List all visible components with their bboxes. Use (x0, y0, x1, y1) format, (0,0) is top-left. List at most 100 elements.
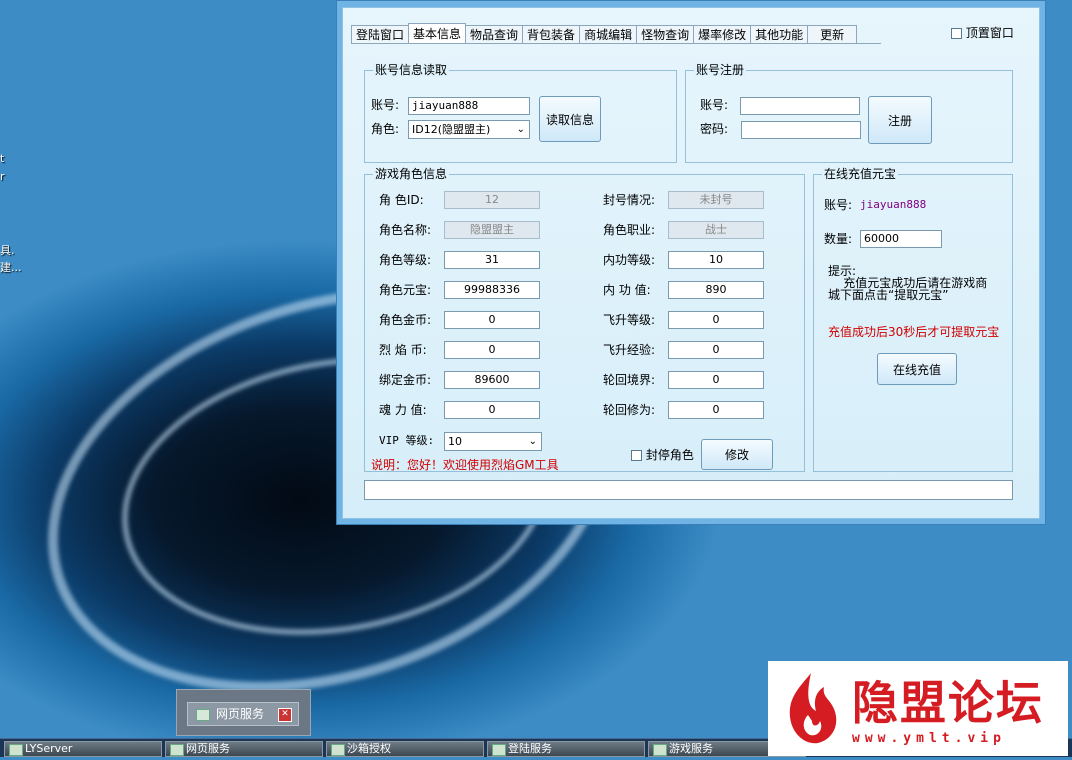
close-icon[interactable]: ✕ (278, 708, 292, 722)
role-field-input[interactable]: 0 (444, 311, 540, 329)
ban-role-checkbox[interactable]: 封停角色 (631, 448, 694, 462)
role-select[interactable]: ID12(隐盟盟主) ⌄ (408, 120, 530, 139)
taskbar-item-login-service[interactable]: 登陆服务 (487, 741, 645, 757)
checkbox-box[interactable] (631, 450, 642, 461)
watermark-url: www.ymlt.vip (852, 731, 1006, 746)
online-recharge-button[interactable]: 在线充值 (877, 353, 957, 385)
chevron-down-icon: ⌄ (528, 436, 537, 447)
tip-line-2: 城下面点击“提取元宝” (828, 288, 949, 302)
account-label: 账号: (371, 98, 400, 112)
tab-bag-equipment[interactable]: 背包装备 (522, 25, 581, 43)
vip-label: VIP 等级: (379, 434, 435, 447)
read-info-button[interactable]: 读取信息 (539, 96, 601, 142)
role-field-label: 魂 力 值: (379, 403, 427, 417)
register-account-input[interactable] (740, 97, 860, 115)
register-password-label: 密码: (700, 122, 729, 136)
taskbar-item-web-service[interactable]: 网页服务 (165, 741, 323, 757)
role-select-value: ID12(隐盟盟主) (412, 123, 491, 136)
role-label: 角色: (371, 122, 400, 136)
role-field-label: 内 功 值: (603, 283, 651, 297)
role-field-input: 隐盟盟主 (444, 221, 540, 239)
role-field-label: 绑定金币: (379, 373, 432, 387)
role-field-label: 角色职业: (603, 223, 656, 237)
account-read-group: 账号信息读取 账号: jiayuan888 角色: ID12(隐盟盟主) ⌄ 读… (364, 63, 677, 163)
role-field-input[interactable]: 890 (668, 281, 764, 299)
desktop-edge-text: 具. (0, 244, 15, 257)
role-field-input[interactable]: 10 (668, 251, 764, 269)
tab-login[interactable]: 登陆窗口 (351, 25, 410, 43)
role-field-input: 战士 (668, 221, 764, 239)
role-field-label: 轮回境界: (603, 373, 656, 387)
tab-shop-edit[interactable]: 商城编辑 (579, 25, 638, 43)
role-field-label: 角色名称: (379, 223, 432, 237)
taskbar-item-label: 登陆服务 (508, 742, 552, 755)
vip-select[interactable]: 10 ⌄ (444, 432, 542, 451)
tab-drop-rate[interactable]: 爆率修改 (693, 25, 752, 43)
role-field-label: 角色等级: (379, 253, 432, 267)
taskbar-item-label: 网页服务 (186, 742, 230, 755)
role-field-label: 封号情况: (603, 193, 656, 207)
modify-button[interactable]: 修改 (701, 439, 773, 470)
recharge-warning: 充值成功后30秒后才可提取元宝 (828, 325, 1000, 339)
gm-tool-window: 登陆窗口 基本信息 物品查询 背包装备 商城编辑 怪物查询 爆率修改 其他功能 … (336, 0, 1046, 525)
forum-watermark: 隐盟论坛 www.ymlt.vip (768, 661, 1068, 756)
task-preview-popup: 网页服务 ✕ (176, 689, 311, 736)
taskbar-item-label: 游戏服务 (669, 742, 713, 755)
role-field-label: 轮回修为: (603, 403, 656, 417)
ban-role-label: 封停角色 (645, 448, 694, 462)
role-field-input[interactable]: 31 (444, 251, 540, 269)
role-field-label: 飞升经验: (603, 343, 656, 357)
topmost-checkbox[interactable]: 顶置窗口 (951, 26, 1014, 40)
role-field-input[interactable]: 89600 (444, 371, 540, 389)
group-title: 在线充值元宝 (822, 167, 899, 181)
checkbox-box[interactable] (951, 28, 962, 39)
recharge-account-value: jiayuan888 (860, 198, 927, 211)
role-field-input[interactable]: 0 (668, 371, 764, 389)
app-icon (492, 744, 506, 756)
tab-basic-info[interactable]: 基本信息 (408, 23, 467, 44)
tab-strip: 登陆窗口 基本信息 物品查询 背包装备 商城编辑 怪物查询 爆率修改 其他功能 … (351, 23, 858, 44)
task-preview-label: 网页服务 (216, 707, 265, 721)
taskbar-item-lyserver[interactable]: LYServer (4, 741, 162, 757)
recharge-account-label: 账号: (824, 198, 853, 212)
role-field-input[interactable]: 0 (668, 341, 764, 359)
role-field-input: 未封号 (668, 191, 764, 209)
role-field-label: 内功等级: (603, 253, 656, 267)
tab-item-query[interactable]: 物品查询 (465, 25, 524, 43)
task-preview-item[interactable]: 网页服务 ✕ (187, 702, 299, 726)
window-icon (196, 709, 210, 721)
group-title: 账号注册 (694, 63, 747, 77)
taskbar-item-label: 沙箱授权 (347, 742, 391, 755)
app-icon (331, 744, 345, 756)
role-field-input[interactable]: 0 (444, 341, 540, 359)
app-icon (653, 744, 667, 756)
recharge-amount-label: 数量: (824, 232, 853, 246)
register-password-input[interactable] (741, 121, 861, 139)
tab-monster-query[interactable]: 怪物查询 (636, 25, 695, 43)
topmost-label: 顶置窗口 (965, 26, 1014, 40)
chevron-down-icon: ⌄ (516, 124, 525, 135)
role-field-label: 飞升等级: (603, 313, 656, 327)
role-field-label: 角 色ID: (379, 193, 424, 207)
role-field-input[interactable]: 0 (668, 311, 764, 329)
recharge-amount-input[interactable]: 60000 (860, 230, 942, 248)
taskbar-item-label: LYServer (25, 742, 73, 755)
group-title: 游戏角色信息 (373, 167, 450, 181)
role-field-input[interactable]: 99988336 (444, 281, 540, 299)
role-info-group: 游戏角色信息 角 色ID: 12 角色名称: 隐盟盟主 角色等级: 31 角色元宝: 9998… (364, 167, 805, 472)
recharge-group: 在线充值元宝 账号: jiayuan888 数量: 60000 提示: 充值元宝… (813, 167, 1013, 472)
role-field-input[interactable]: 0 (668, 401, 764, 419)
tab-other-functions[interactable]: 其他功能 (750, 25, 809, 43)
status-bar-field (364, 480, 1013, 500)
register-button[interactable]: 注册 (868, 96, 932, 144)
app-icon (170, 744, 184, 756)
desktop-edge-text: t (0, 152, 5, 165)
taskbar-item-sandbox[interactable]: 沙箱授权 (326, 741, 484, 757)
role-field-input[interactable]: 0 (444, 401, 540, 419)
account-input[interactable]: jiayuan888 (408, 97, 530, 115)
role-field-label: 烈 焰 币: (379, 343, 427, 357)
app-icon (9, 744, 23, 756)
desktop-edge-text: r (0, 170, 5, 183)
register-account-label: 账号: (700, 98, 729, 112)
tab-update[interactable]: 更新 (807, 25, 858, 43)
